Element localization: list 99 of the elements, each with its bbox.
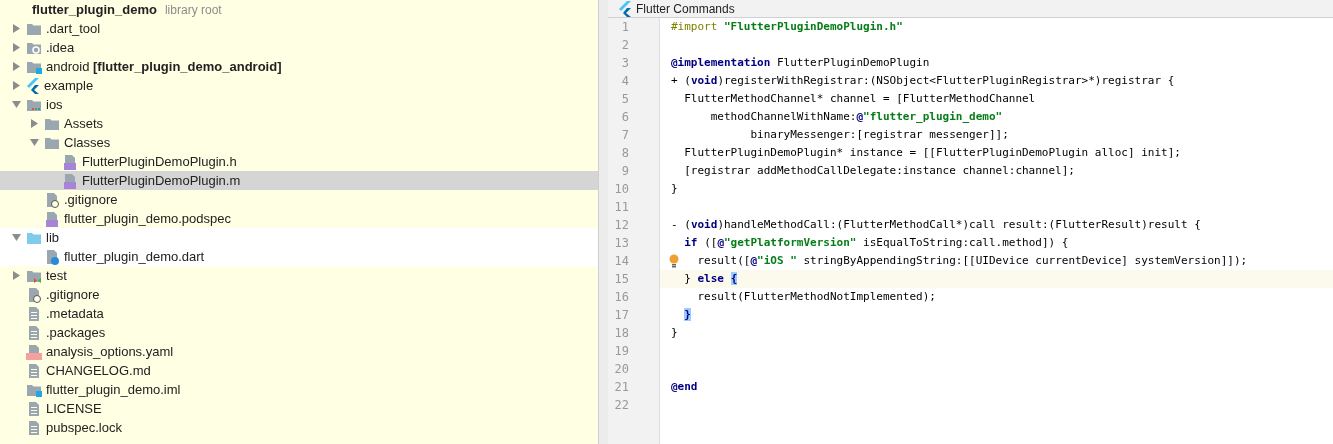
line-number: 9 [620, 163, 630, 180]
tree-item-label: LICENSE [46, 399, 102, 418]
code-line: #import "FlutterPluginDemoPlugin.h" [671, 20, 903, 33]
folder-icon [26, 230, 42, 245]
file-icon [26, 305, 42, 322]
file-icon [44, 248, 60, 265]
file-icon [26, 400, 42, 417]
tree-row[interactable]: FlutterPluginDemoPlugin.m [0, 171, 598, 190]
project-root-label[interactable]: flutter_plugin_demo [32, 0, 157, 20]
folder-icon [26, 97, 42, 112]
file-icon [26, 324, 42, 341]
line-number: 14 [613, 253, 630, 270]
code-line: @end [671, 380, 698, 393]
line-number: 19 [613, 343, 630, 360]
tree-item-label: pubspec.lock [46, 418, 122, 437]
line-number: 12 [613, 217, 630, 234]
code-line: if ([@"getPlatformVersion" isEqualToString:call.method]) { [684, 236, 1069, 249]
folder-icon [26, 382, 42, 397]
line-number: 18 [613, 325, 630, 342]
expanded-arrow-icon[interactable] [29, 138, 39, 147]
collapsed-arrow-icon[interactable] [11, 62, 21, 71]
collapsed-arrow-icon[interactable] [11, 81, 21, 90]
tree-item-label: FlutterPluginDemoPlugin.h [82, 152, 237, 171]
code-line: [registrar addMethodCallDelegate:instance channel:channel]; [684, 164, 1075, 177]
code-line: binaryMessenger:[registrar messenger]]; [750, 128, 1009, 141]
file-icon [26, 343, 42, 360]
folder-icon [26, 21, 42, 36]
code-line: @implementation FlutterPluginDemoPlugin [671, 56, 930, 69]
line-number: 3 [620, 55, 630, 72]
expanded-arrow-icon[interactable] [11, 100, 21, 109]
flutter-commands-label[interactable]: Flutter Commands [636, 0, 735, 18]
file-icon [26, 362, 42, 379]
tree-item-label: analysis_options.yaml [46, 342, 174, 361]
lightbulb-icon[interactable] [669, 254, 679, 268]
line-number: 2 [620, 37, 630, 54]
code-line: } [671, 326, 678, 339]
tree-item-label: test [46, 266, 67, 285]
folder-icon [26, 268, 42, 283]
tree-item-label: flutter_plugin_demo.dart [64, 247, 205, 266]
line-number: 8 [620, 145, 630, 162]
collapsed-arrow-icon[interactable] [29, 119, 39, 128]
code-line: - (void)handleMethodCall:(FlutterMethodCall*)call result:(FlutterResult)result { [671, 218, 1201, 231]
line-number: 21 [613, 379, 630, 396]
tree-item-label: .dart_tool [46, 19, 101, 38]
tree-row[interactable]: flutter_plugin_demo.dart [0, 247, 598, 266]
collapsed-arrow-icon[interactable] [11, 43, 21, 52]
tree-item-label: .gitignore [64, 190, 118, 209]
tree-item-label: flutter_plugin_demo.iml [46, 380, 181, 399]
tree-row[interactable]: lib [0, 228, 598, 247]
code-line: FlutterMethodChannel* channel = [FlutterMethodChannel [684, 92, 1036, 105]
line-number: 4 [620, 73, 630, 90]
flutter-logo-icon [26, 77, 40, 94]
code-line: methodChannelWithName:@"flutter_plugin_demo" [710, 110, 1003, 123]
code-line: + (void)registerWithRegistrar:(NSObject<FlutterPluginRegistrar>*)registrar { [671, 74, 1175, 87]
file-icon [62, 153, 78, 170]
line-number: 7 [620, 127, 630, 144]
file-icon [44, 191, 60, 208]
tree-item-label: .packages [46, 323, 106, 342]
file-icon [44, 210, 60, 227]
line-number: 22 [613, 397, 630, 414]
tree-item-label: ios [46, 95, 63, 114]
tree-item-label: flutter_plugin_demo.podspec [64, 209, 231, 228]
tree-item-label: FlutterPluginDemoPlugin.m [82, 171, 241, 190]
code-line: result(FlutterMethodNotImplemented); [697, 290, 936, 303]
line-number: 1 [620, 19, 630, 36]
code-line: } [671, 182, 678, 195]
line-number: 20 [613, 361, 630, 378]
line-number: 15 [613, 271, 630, 288]
tree-item-label: lib [46, 228, 59, 247]
code-line: result([@"iOS " stringByAppendingString:[[UIDevice currentDevice] systemVersion]]); [697, 254, 1248, 267]
collapsed-arrow-icon[interactable] [11, 24, 21, 33]
line-number: 13 [613, 235, 630, 252]
tree-item-label: Classes [64, 133, 111, 152]
flutter-logo-icon [618, 0, 632, 17]
line-number: 6 [620, 109, 630, 126]
folder-icon [26, 59, 42, 74]
tree-item-label: Assets [64, 114, 103, 133]
line-number: 17 [613, 307, 630, 324]
folder-icon [26, 40, 42, 55]
line-number: 5 [620, 91, 630, 108]
line-number: 10 [613, 181, 630, 198]
folder-icon [44, 116, 60, 131]
file-icon [62, 172, 78, 189]
code-line: FlutterPluginDemoPlugin* instance = [[FlutterPluginDemoPlugin alloc] init]; [684, 146, 1181, 159]
collapsed-arrow-icon[interactable] [11, 271, 21, 280]
line-number: 16 [613, 289, 630, 306]
tree-item-label: CHANGELOG.md [46, 361, 151, 380]
folder-icon [44, 135, 60, 150]
expanded-arrow-icon[interactable] [11, 233, 21, 242]
line-number: 11 [613, 199, 630, 216]
project-root-note: library root [164, 1, 222, 19]
tree-item-label: .gitignore [46, 285, 100, 304]
code-line: } else { [684, 272, 738, 285]
tree-item-label: .metadata [46, 304, 104, 323]
file-icon [26, 419, 42, 436]
tree-item-label: example [44, 76, 94, 95]
tree-item-label: .idea [46, 38, 75, 57]
file-icon [26, 286, 42, 303]
tree-item-label: android [flutter_plugin_demo_android] [46, 57, 282, 76]
